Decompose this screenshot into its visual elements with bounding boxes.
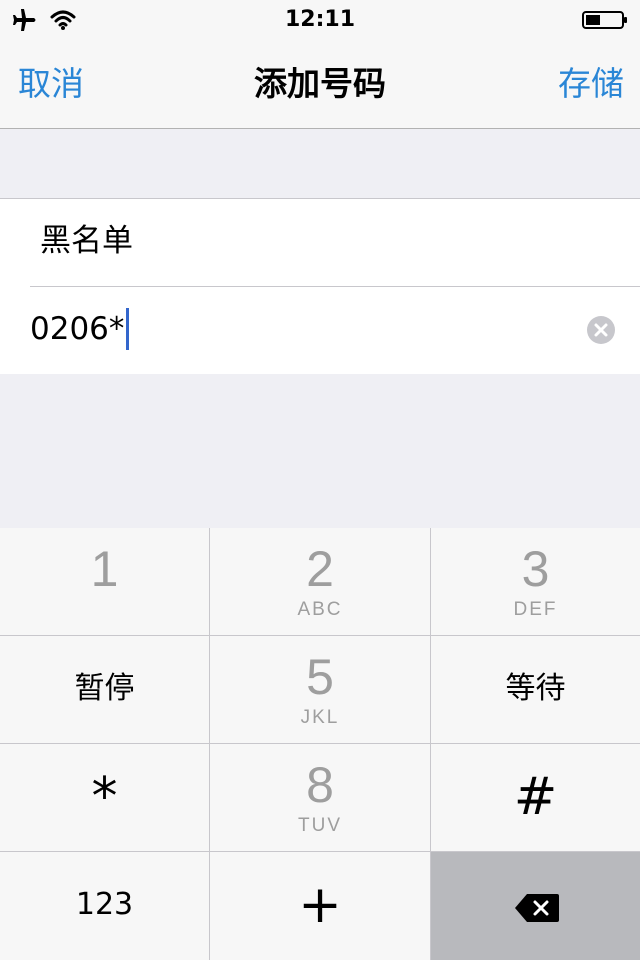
wait-key[interactable]: 等待 xyxy=(431,636,640,743)
add-number-form: 黑名单 0206* xyxy=(0,198,640,375)
key-letters: JKL xyxy=(300,707,340,728)
key-label: 等待 xyxy=(505,671,566,706)
text-cursor xyxy=(126,308,130,350)
save-button[interactable]: 存储 xyxy=(558,62,624,106)
delete-key[interactable] xyxy=(431,852,640,960)
hash-key[interactable]: # xyxy=(431,744,640,851)
name-row[interactable]: 黑名单 xyxy=(0,199,640,286)
star-key[interactable]: * xyxy=(0,744,209,851)
key-3[interactable]: 3 DEF xyxy=(431,528,640,635)
key-letters: TUV xyxy=(298,815,342,836)
key-digit: 1 xyxy=(90,541,119,597)
key-letters: ABC xyxy=(297,599,343,620)
key-symbol: + xyxy=(298,875,342,935)
key-2[interactable]: 2 ABC xyxy=(210,528,430,635)
page-title: 添加号码 xyxy=(254,64,386,103)
backspace-icon xyxy=(515,894,559,922)
section-spacer xyxy=(0,129,640,199)
key-label: 暂停 xyxy=(74,671,135,706)
empty-area xyxy=(0,374,640,528)
phone-number-value: 0206* xyxy=(30,311,125,347)
key-1[interactable]: 1 xyxy=(0,528,209,635)
phone-number-field[interactable]: 0206* xyxy=(30,307,130,351)
plus-key[interactable]: + xyxy=(210,852,430,960)
key-digit: 8 xyxy=(306,757,334,813)
clear-text-icon[interactable] xyxy=(586,315,616,345)
status-bar: 12:11 xyxy=(0,0,640,40)
key-digit: 3 xyxy=(521,541,550,597)
mode-123-key[interactable]: 123 xyxy=(0,852,209,960)
key-digit: 2 xyxy=(306,541,334,597)
key-symbol: * xyxy=(91,767,118,827)
phone-keypad: 1 2 ABC 3 DEF 暂停 5 JKL 等待 * 8 TUV # 123 … xyxy=(0,528,640,960)
key-symbol: # xyxy=(513,767,558,827)
battery-icon xyxy=(582,11,627,29)
number-row[interactable]: 0206* xyxy=(0,287,640,374)
pause-key[interactable]: 暂停 xyxy=(0,636,209,743)
status-time: 12:11 xyxy=(284,7,356,32)
navigation-bar: 取消 添加号码 存储 xyxy=(0,40,640,129)
key-8[interactable]: 8 TUV xyxy=(210,744,430,851)
key-digit: 5 xyxy=(306,649,334,705)
key-label: 123 xyxy=(75,887,134,922)
key-5[interactable]: 5 JKL xyxy=(210,636,430,743)
name-field-label: 黑名单 xyxy=(40,223,133,259)
key-letters: DEF xyxy=(513,599,558,620)
